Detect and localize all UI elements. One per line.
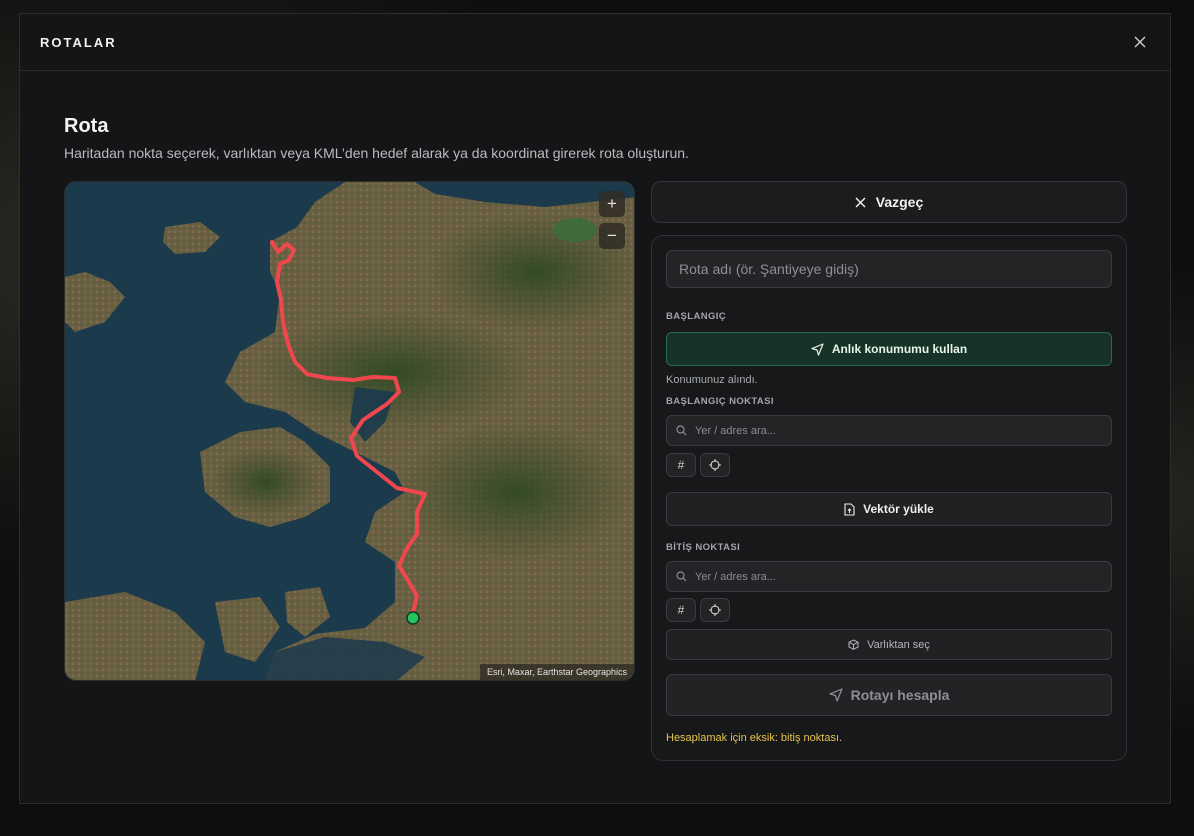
satellite-map-image [65,182,634,680]
crosshair-icon [709,604,721,616]
start-search-input[interactable] [695,424,1075,437]
start-section-label: BAŞLANGIÇ [666,311,727,322]
hash-icon: # [677,603,685,617]
location-status: Konumunuz alındı. [666,374,758,386]
end-search-field[interactable] [666,561,1112,592]
end-point-label: BİTİŞ NOKTASI [666,542,741,553]
routes-modal: ROTALAR Rota Haritadan nokta seçerek, va… [19,13,1171,804]
vector-upload-button[interactable]: Vektör yükle [666,492,1112,526]
navigation-icon [829,688,843,702]
end-search-input[interactable] [695,570,1075,583]
search-icon [676,425,687,436]
page-title: Rota [64,115,109,137]
route-form-panel: BAŞLANGIÇ Anlık konumumu kullan Konumunu… [651,235,1127,761]
end-pick-on-map-button[interactable] [700,598,730,622]
crosshair-icon [709,459,721,471]
cancel-button[interactable]: Vazgeç [651,181,1127,223]
hash-icon: # [677,458,685,472]
file-upload-icon [844,502,855,516]
start-coordinate-button[interactable]: # [666,453,696,477]
calculate-label: Rotayı hesapla [850,687,950,703]
missing-field-warning: Hesaplamak için eksik: bitiş noktası. [666,732,843,744]
use-location-label: Anlık konumumu kullan [831,342,968,356]
map-attribution: Esri, Maxar, Earthstar Geographics [479,664,634,680]
vector-upload-label: Vektör yükle [863,502,934,516]
select-asset-label: Varlıktan seç [867,638,930,651]
modal-title: ROTALAR [40,34,117,50]
route-map[interactable]: + − Esri, Maxar, Earthstar Geographics [64,181,635,681]
cancel-label: Vazgeç [875,194,924,210]
end-coordinate-button[interactable]: # [666,598,696,622]
zoom-out-button[interactable]: − [599,223,625,249]
search-icon [676,571,687,582]
route-name-input[interactable] [666,250,1112,288]
page-description: Haritadan nokta seçerek, varlıktan veya … [64,145,689,161]
modal-header: ROTALAR [20,14,1170,71]
calculate-route-button[interactable]: Rotayı hesapla [666,674,1112,716]
close-icon[interactable] [1130,32,1150,52]
navigation-icon [811,342,824,356]
start-point-label: BAŞLANGIÇ NOKTASI [666,396,774,407]
close-icon [855,196,866,208]
select-from-asset-button[interactable]: Varlıktan seç [666,629,1112,660]
zoom-in-button[interactable]: + [599,191,625,217]
start-pick-on-map-button[interactable] [700,453,730,477]
use-current-location-button[interactable]: Anlık konumumu kullan [666,332,1112,366]
start-search-field[interactable] [666,415,1112,446]
box-icon [848,639,859,650]
start-marker[interactable] [406,611,420,625]
